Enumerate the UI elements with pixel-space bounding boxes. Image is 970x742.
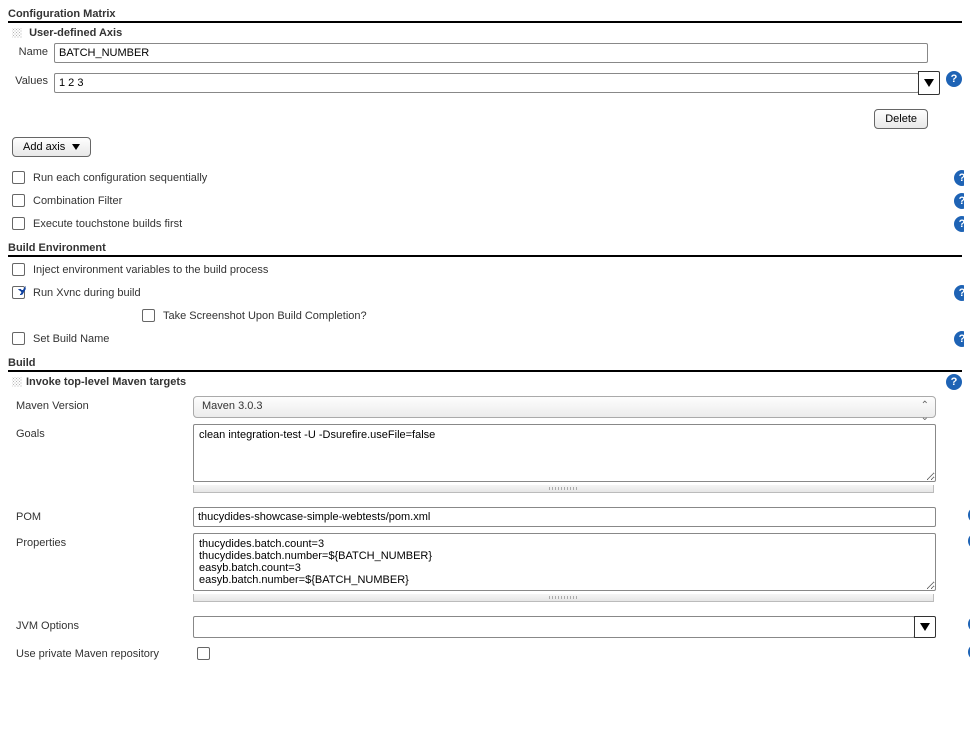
resize-handle[interactable] — [193, 485, 934, 493]
section-heading-build-env: Build Environment — [8, 242, 962, 257]
grip-icon[interactable] — [12, 28, 22, 38]
chevron-down-icon — [920, 623, 930, 631]
private-repo-label: Use private Maven repository — [8, 648, 193, 660]
help-icon[interactable] — [954, 193, 964, 209]
chevron-down-icon — [924, 79, 934, 87]
axis-name-label: Name — [8, 43, 54, 58]
axis-values-input[interactable] — [54, 73, 919, 93]
help-icon[interactable] — [954, 285, 964, 301]
set-build-name-label: Set Build Name — [33, 333, 109, 345]
run-sequential-label: Run each configuration sequentially — [33, 172, 207, 184]
section-heading-build: Build — [8, 357, 962, 372]
combination-filter-checkbox[interactable] — [12, 194, 25, 207]
goals-label: Goals — [8, 424, 193, 440]
inject-vars-label: Inject environment variables to the buil… — [33, 264, 268, 276]
axis-name-input[interactable] — [54, 43, 928, 63]
add-axis-label: Add axis — [23, 141, 65, 153]
touchstone-checkbox[interactable] — [12, 217, 25, 230]
maven-version-value: Maven 3.0.3 — [202, 400, 263, 412]
add-axis-button[interactable]: Add axis — [12, 137, 91, 157]
run-xvnc-label: Run Xvnc during build — [33, 287, 141, 299]
jvm-options-input[interactable] — [193, 616, 915, 638]
set-build-name-checkbox[interactable] — [12, 332, 25, 345]
maven-version-label: Maven Version — [8, 396, 193, 412]
grip-icon[interactable] — [12, 377, 22, 387]
combination-filter-label: Combination Filter — [33, 195, 122, 207]
chevron-down-icon — [72, 144, 80, 150]
delete-axis-button[interactable]: Delete — [874, 109, 928, 129]
run-xvnc-checkbox[interactable] — [12, 286, 25, 299]
axis-title-text: User-defined Axis — [29, 27, 122, 39]
pom-label: POM — [8, 507, 193, 523]
help-icon[interactable]: ? — [946, 374, 962, 390]
pom-input[interactable] — [193, 507, 936, 527]
help-icon[interactable] — [954, 331, 964, 347]
help-icon[interactable] — [954, 216, 964, 232]
axis-title: User-defined Axis — [12, 27, 962, 39]
maven-step-title: Invoke top-level Maven targets — [26, 376, 186, 388]
inject-vars-checkbox[interactable] — [12, 263, 25, 276]
axis-values-label: Values — [8, 71, 54, 87]
maven-version-select[interactable]: Maven 3.0.3 ⌃⌄ — [193, 396, 936, 418]
touchstone-label: Execute touchstone builds first — [33, 218, 182, 230]
properties-label: Properties — [8, 533, 193, 549]
screenshot-checkbox[interactable] — [142, 309, 155, 322]
help-icon[interactable] — [954, 170, 964, 186]
section-heading-config-matrix: Configuration Matrix — [8, 8, 962, 23]
help-icon[interactable]: ? — [946, 71, 962, 87]
select-chevron-icon: ⌃⌄ — [921, 400, 929, 424]
private-repo-checkbox[interactable] — [197, 647, 210, 660]
properties-textarea[interactable]: thucydides.batch.count=3 thucydides.batc… — [193, 533, 936, 591]
screenshot-label: Take Screenshot Upon Build Completion? — [163, 310, 367, 322]
axis-values-dropdown-button[interactable] — [918, 71, 940, 95]
run-sequential-checkbox[interactable] — [12, 171, 25, 184]
jvm-options-label: JVM Options — [8, 616, 193, 632]
resize-handle[interactable] — [193, 594, 934, 602]
goals-textarea[interactable]: clean integration-test -U -Dsurefire.use… — [193, 424, 936, 482]
jvm-options-dropdown-button[interactable] — [914, 616, 936, 638]
